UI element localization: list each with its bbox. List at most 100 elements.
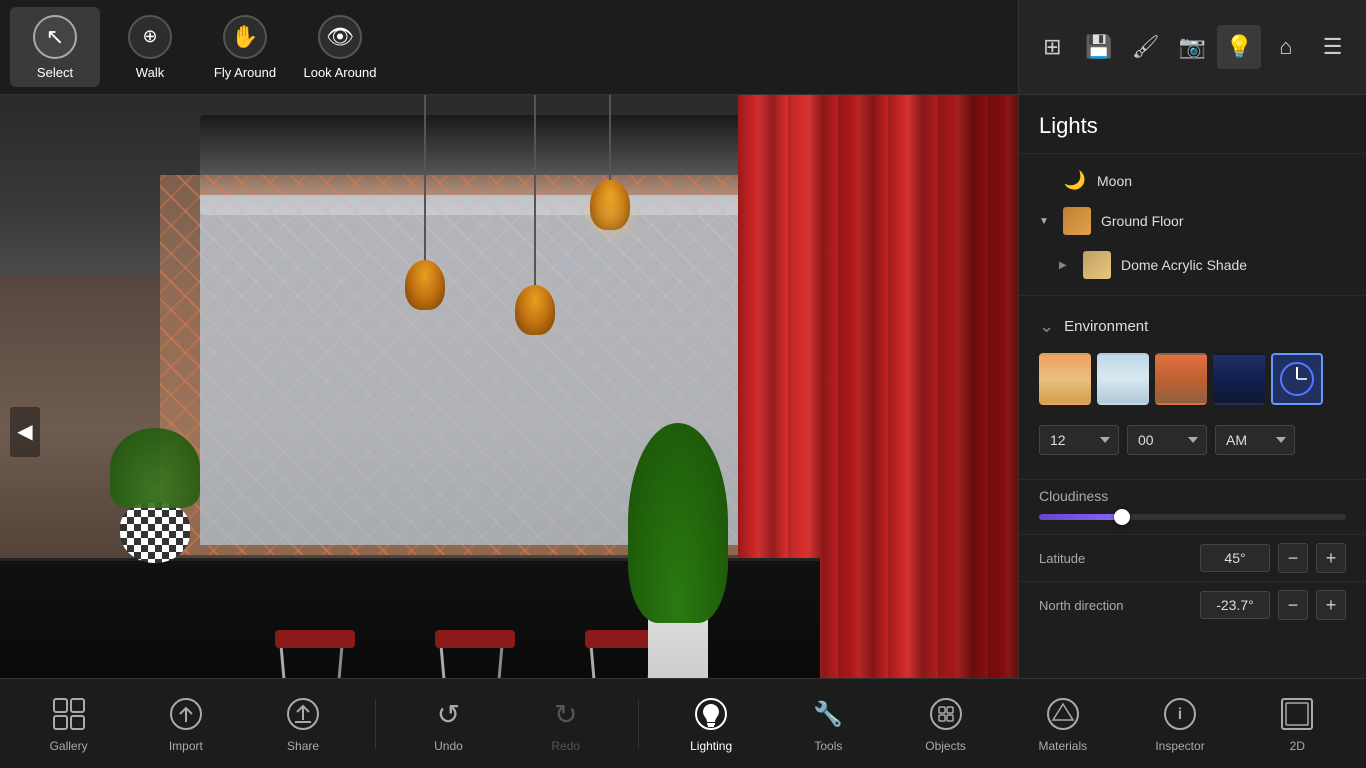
fly-around-icon: ✋ [223, 15, 267, 59]
gallery-label: Gallery [50, 739, 88, 753]
preset-night-btn[interactable] [1213, 353, 1265, 405]
light-item-ground-floor[interactable]: ▼ Ground Floor [1019, 199, 1366, 243]
divider-2 [638, 699, 639, 749]
materials-label: Materials [1038, 739, 1087, 753]
2d-label: 2D [1290, 739, 1305, 753]
ground-floor-arrow: ▼ [1039, 216, 1053, 227]
custom-preset-clock [1273, 355, 1321, 403]
hour-select[interactable]: 12123 4567 891011 [1039, 425, 1119, 455]
panel-camera-btn[interactable]: 📷 [1170, 25, 1214, 69]
tool-look-around[interactable]: 👁 Look Around [295, 7, 385, 87]
dome-arrow: ▶ [1059, 260, 1073, 271]
env-toggle-icon: ⌄ [1039, 316, 1054, 337]
panel-paint-btn[interactable]: 🖌 [1124, 25, 1168, 69]
tool-walk-label: Walk [136, 65, 164, 80]
light-item-dome[interactable]: ▶ Dome Acrylic Shade [1039, 243, 1366, 287]
cloudiness-thumb[interactable] [1114, 509, 1130, 525]
bottom-undo-btn[interactable]: ↺ Undo [403, 684, 493, 764]
tool-look-around-label: Look Around [303, 65, 376, 80]
bottom-materials-btn[interactable]: Materials [1018, 684, 1108, 764]
pendant-lamp-2 [400, 95, 450, 315]
bottom-import-btn[interactable]: Import [141, 684, 231, 764]
viewport: ◀ [0, 95, 1018, 768]
dome-thumb [1083, 251, 1111, 279]
redo-label: Redo [551, 739, 580, 753]
cloudiness-section: Cloudiness [1019, 479, 1366, 534]
panel-furniture-btn[interactable]: ⊞ [1030, 25, 1074, 69]
tools-label: Tools [814, 739, 842, 753]
top-toolbar: ↖ Select ⊕ Walk ✋ Fly Around 👁 Look Arou… [0, 0, 1018, 95]
north-direction-label: North direction [1039, 598, 1192, 613]
environment-header[interactable]: ⌄ Environment [1019, 306, 1366, 347]
north-direction-value: -23.7° [1200, 591, 1270, 619]
bottom-redo-btn: ↻ Redo [521, 684, 611, 764]
import-label: Import [169, 739, 203, 753]
bottom-gallery-btn[interactable]: Gallery [24, 684, 114, 764]
cloudiness-label: Cloudiness [1039, 488, 1346, 504]
divider-1 [375, 699, 376, 749]
latitude-label: Latitude [1039, 551, 1192, 566]
panel-light-btn[interactable]: 💡 [1217, 25, 1261, 69]
light-item-moon[interactable]: 🌙 Moon [1019, 162, 1366, 199]
bottom-toolbar: Gallery Import Share ↺ Undo ↻ Redo Light… [0, 678, 1366, 768]
latitude-row: Latitude 45° − + [1019, 534, 1366, 581]
svg-text:i: i [1178, 706, 1182, 723]
preset-day-btn[interactable] [1097, 353, 1149, 405]
period-select[interactable]: AMPM [1215, 425, 1295, 455]
light-tree: 🌙 Moon ▼ Ground Floor ▶ Dome Acrylic Sha… [1019, 154, 1366, 295]
lighting-label: Lighting [690, 739, 732, 753]
select-icon: ↖ [33, 15, 77, 59]
environment-label: Environment [1064, 318, 1148, 335]
preset-dusk-btn[interactable] [1155, 353, 1207, 405]
preset-custom-btn[interactable] [1271, 353, 1323, 405]
environment-section: ⌄ Environment [1019, 295, 1366, 479]
north-direction-minus-btn[interactable]: − [1278, 590, 1308, 620]
tool-fly-around-label: Fly Around [214, 65, 276, 80]
lights-title: Lights [1019, 95, 1366, 154]
2d-icon [1277, 694, 1317, 734]
tool-select[interactable]: ↖ Select [10, 7, 100, 87]
bottom-lighting-btn[interactable]: Lighting [666, 684, 756, 764]
minute-select[interactable]: 00153045 [1127, 425, 1207, 455]
ground-floor-thumb [1063, 207, 1091, 235]
right-panel: ⊞ 💾 🖌 📷 💡 ⌂ ☰ Lights 🌙 Moon ▼ Ground Flo… [1018, 0, 1366, 768]
north-direction-plus-btn[interactable]: + [1316, 590, 1346, 620]
bottom-inspector-btn[interactable]: i Inspector [1135, 684, 1225, 764]
preset-dawn-btn[interactable] [1039, 353, 1091, 405]
walk-icon: ⊕ [128, 15, 172, 59]
redo-icon: ↻ [546, 694, 586, 734]
objects-label: Objects [925, 739, 966, 753]
materials-icon [1043, 694, 1083, 734]
north-direction-row: North direction -23.7° − + [1019, 581, 1366, 628]
import-icon [166, 694, 206, 734]
time-row: 12123 4567 891011 00153045 AMPM [1019, 417, 1366, 469]
ground-floor-label: Ground Floor [1101, 213, 1183, 229]
share-label: Share [287, 739, 319, 753]
tool-fly-around[interactable]: ✋ Fly Around [200, 7, 290, 87]
tool-walk[interactable]: ⊕ Walk [105, 7, 195, 87]
panel-save-btn[interactable]: 💾 [1077, 25, 1121, 69]
lighting-icon [691, 694, 731, 734]
gallery-icon [49, 694, 89, 734]
latitude-minus-btn[interactable]: − [1278, 543, 1308, 573]
latitude-value: 45° [1200, 544, 1270, 572]
bottom-tools-btn[interactable]: 🔧 Tools [783, 684, 873, 764]
nav-left-arrow[interactable]: ◀ [10, 407, 40, 457]
bottom-objects-btn[interactable]: Objects [901, 684, 991, 764]
preset-row [1019, 347, 1366, 417]
panel-home-btn[interactable]: ⌂ [1264, 25, 1308, 69]
panel-list-btn[interactable]: ☰ [1311, 25, 1355, 69]
undo-label: Undo [434, 739, 463, 753]
plant-1 [110, 428, 200, 508]
tools-icon: 🔧 [808, 694, 848, 734]
latitude-plus-btn[interactable]: + [1316, 543, 1346, 573]
moon-label: Moon [1097, 173, 1132, 189]
dome-label: Dome Acrylic Shade [1121, 257, 1247, 273]
plant-right [628, 423, 728, 683]
bottom-share-btn[interactable]: Share [258, 684, 348, 764]
tool-select-label: Select [37, 65, 73, 80]
cloudiness-slider[interactable] [1039, 514, 1346, 520]
inspector-icon: i [1160, 694, 1200, 734]
bottom-2d-btn[interactable]: 2D [1252, 684, 1342, 764]
panel-content: Lights 🌙 Moon ▼ Ground Floor ▶ Dome Acry… [1019, 95, 1366, 768]
